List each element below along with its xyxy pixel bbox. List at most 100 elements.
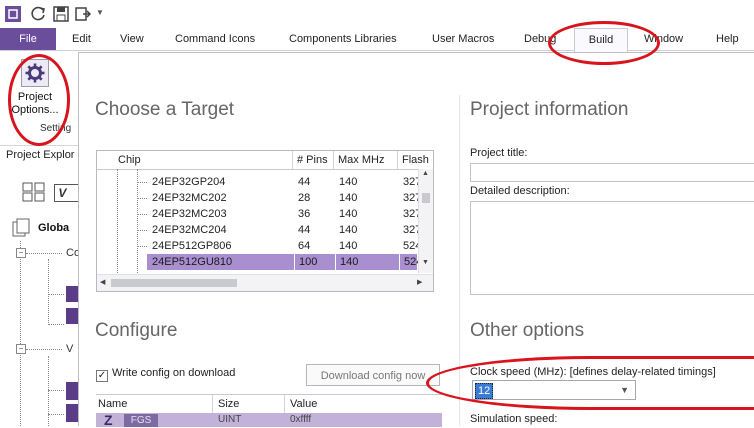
column-chip[interactable]: Chip [97, 151, 293, 169]
chip-pins: 36 [298, 208, 311, 220]
tree-line [48, 324, 64, 325]
menu-debug[interactable]: Debug [524, 28, 556, 50]
project-title-label: Project title: [470, 147, 528, 159]
chip-row-selected[interactable]: 24EP512GU810 100 140 52428 [147, 254, 422, 270]
tree-line [48, 414, 64, 415]
column-pins[interactable]: # Pins [293, 151, 334, 169]
chip-pins: 100 [294, 254, 317, 270]
scroll-thumb[interactable] [111, 279, 237, 287]
project-title-input[interactable] [470, 163, 754, 182]
write-config-checkbox[interactable]: ✓ Write config on download [96, 367, 235, 382]
scroll-thumb[interactable] [422, 193, 430, 203]
tree-line [137, 230, 147, 231]
menu-view[interactable]: View [120, 28, 144, 50]
settings-group-label: Setting [40, 123, 72, 134]
save-icon[interactable] [52, 5, 70, 23]
chip-table-horizontal-scrollbar[interactable]: ◀ ▶ [97, 274, 433, 291]
component-icon [66, 286, 78, 302]
chip-pins: 44 [298, 176, 311, 188]
chip-flash: 32768 [403, 192, 419, 204]
column-value[interactable]: Value [290, 398, 317, 410]
variables-view-icon[interactable]: V [54, 184, 80, 202]
project-options-label: Project Options... [11, 91, 59, 116]
tree-node-label[interactable]: V [66, 343, 73, 355]
column-flash[interactable]: Flash [398, 151, 433, 169]
column-name[interactable]: Name [98, 398, 127, 410]
chevron-down-icon[interactable]: ▼ [620, 385, 629, 395]
tree-line [137, 214, 147, 215]
config-table-header: Name Size Value [96, 394, 442, 414]
menu-command-icons[interactable]: Command Icons [175, 28, 255, 50]
export-icon[interactable] [74, 5, 92, 23]
chip-row[interactable]: 24EP512GP806 64 140 52428 [97, 238, 419, 254]
chip-name: 24EP32GP204 [152, 176, 226, 188]
column-divider [459, 95, 460, 426]
project-information-heading: Project information [470, 99, 629, 120]
chip-name: 24EP32MC203 [152, 208, 227, 220]
menu-edit[interactable]: Edit [72, 28, 91, 50]
simulation-speed-label: Simulation speed: [470, 413, 558, 425]
app-logo-icon [5, 6, 21, 22]
title-bar: ▼ [0, 0, 754, 28]
chip-flash: 32768 [403, 176, 419, 188]
chip-row[interactable]: 24EP32MC203 36 140 32768 [97, 206, 419, 222]
tree-collapse-icon[interactable]: − [16, 344, 26, 354]
menu-build[interactable]: Build [574, 28, 628, 52]
tree-line [137, 182, 147, 183]
chip-mhz: 140 [339, 208, 358, 220]
chip-name: 24EP512GP806 [152, 240, 232, 252]
chip-table-vertical-scrollbar[interactable]: ▲ ▼ [418, 169, 433, 273]
description-textarea[interactable] [470, 201, 754, 295]
chip-flash: 52428 [403, 240, 419, 252]
chip-table-header: Chip # Pins Max MHz Flash [97, 151, 433, 170]
checkbox-checked-icon[interactable]: ✓ [96, 370, 108, 382]
chip-name: 24EP32MC202 [152, 192, 227, 204]
clock-speed-value: 12 [475, 383, 494, 399]
write-config-label: Write config on download [112, 367, 236, 379]
chip-mhz: 140 [339, 176, 358, 188]
column-max-mhz[interactable]: Max MHz [334, 151, 398, 169]
chip-pins: 64 [298, 240, 311, 252]
download-config-button[interactable]: Download config now [306, 364, 440, 386]
refresh-icon[interactable] [30, 5, 48, 23]
other-options-heading: Other options [470, 320, 585, 341]
chip-mhz: 140 [335, 254, 358, 270]
scroll-down-icon[interactable]: ▼ [422, 259, 429, 266]
scroll-left-icon[interactable]: ◀ [100, 278, 105, 286]
config-value: 0xffff [290, 414, 312, 425]
chip-name: 24EP32MC204 [152, 224, 227, 236]
globals-node-label[interactable]: Globa [38, 222, 69, 234]
clock-speed-dropdown[interactable]: 12 ▼ [472, 380, 636, 400]
tree-line [48, 294, 64, 295]
component-icon [66, 308, 78, 324]
chip-pins: 28 [298, 192, 311, 204]
tree-collapse-icon[interactable]: − [16, 248, 26, 258]
tree-line [48, 259, 49, 325]
variable-icon [66, 382, 78, 400]
chip-row[interactable]: 24EP32MC204 44 140 32768 [97, 222, 419, 238]
quick-access-dropdown-icon[interactable]: ▼ [96, 8, 104, 17]
chip-row[interactable]: 24EP32MC202 28 140 32768 [97, 190, 419, 206]
column-size[interactable]: Size [218, 398, 239, 410]
project-explorer-title: Project Explor [6, 149, 75, 161]
menu-file[interactable]: File [0, 28, 56, 50]
configure-heading: Configure [95, 320, 178, 341]
gear-icon [21, 59, 49, 87]
chip-row[interactable]: 24EP32GP204 44 140 32768 [97, 174, 419, 190]
project-explorer: Project Explor V Globa − Co − V [0, 145, 80, 426]
grid-view-icon[interactable] [22, 182, 46, 202]
scroll-up-icon[interactable]: ▲ [422, 170, 429, 177]
menu-window[interactable]: Window [644, 28, 683, 50]
variable-icon [66, 404, 78, 422]
menu-help[interactable]: Help [716, 28, 739, 50]
scroll-right-icon[interactable]: ▶ [417, 278, 422, 286]
chip-table: Chip # Pins Max MHz Flash 24EP32GP204 44… [96, 150, 434, 292]
tree-line [48, 356, 49, 426]
choose-target-heading: Choose a Target [95, 99, 235, 120]
menu-components-libraries[interactable]: Components Libraries [289, 28, 397, 50]
chip-mhz: 140 [339, 224, 358, 236]
config-size: UINT [218, 414, 242, 425]
config-name: FGS [124, 414, 158, 427]
menu-user-macros[interactable]: User Macros [432, 28, 494, 50]
description-label: Detailed description: [470, 185, 570, 197]
